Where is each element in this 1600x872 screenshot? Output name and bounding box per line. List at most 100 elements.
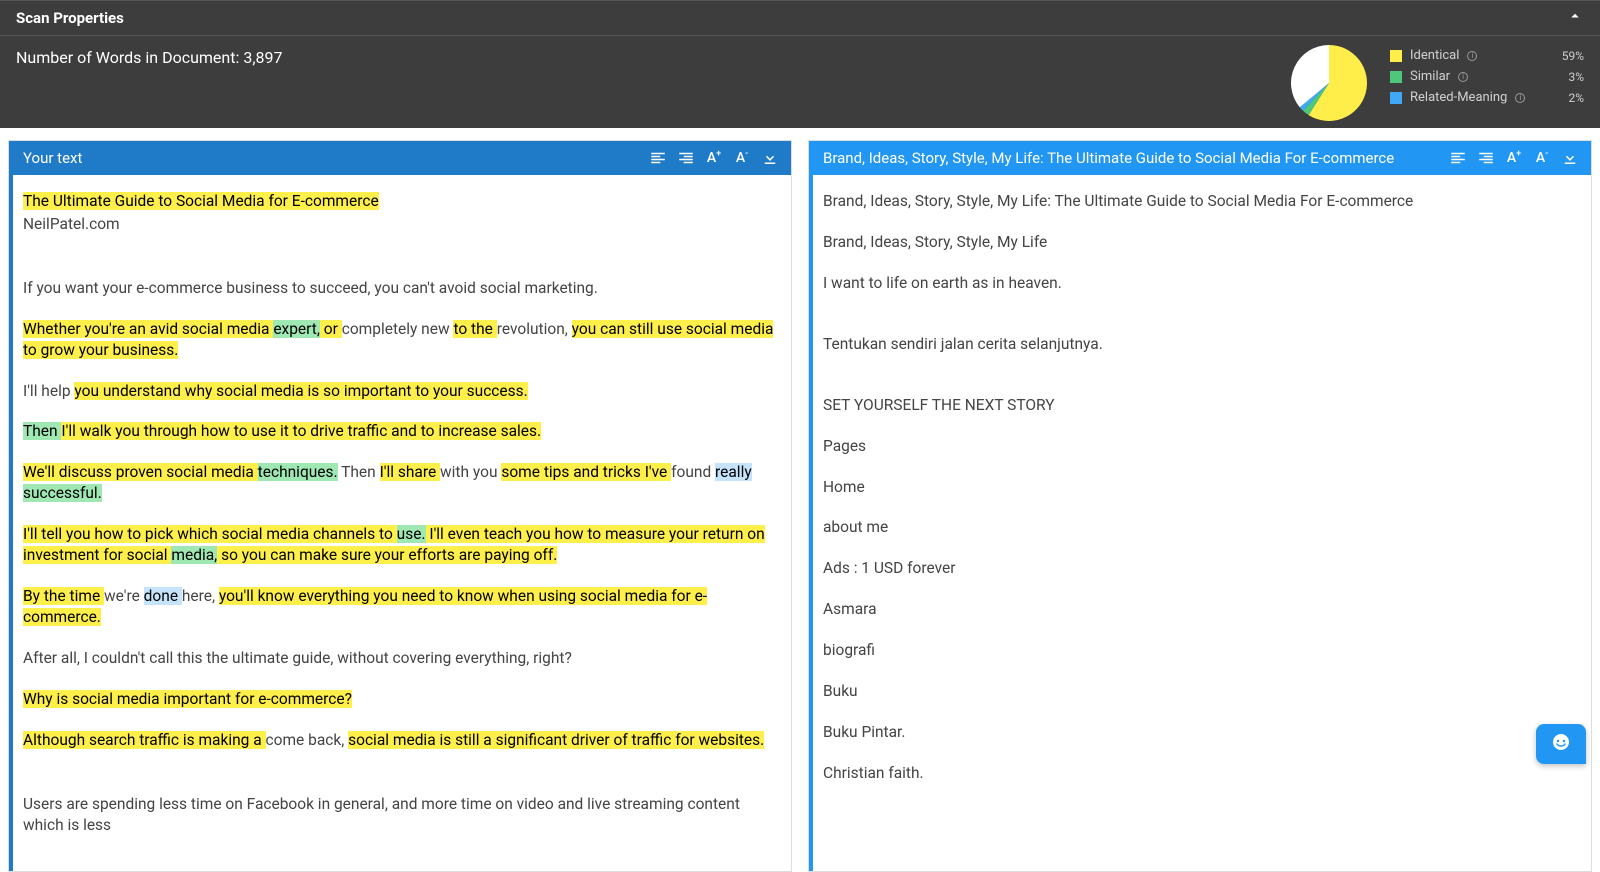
hl-related: really xyxy=(715,463,752,481)
hl-similar: Then xyxy=(23,422,61,440)
legend-pct: 3% xyxy=(1568,70,1584,84)
legend-identical: Identical i 59% xyxy=(1390,48,1584,63)
para: I'll help you understand why social medi… xyxy=(23,381,777,402)
word-count-label: Number of Words in Document: xyxy=(16,48,239,67)
chat-button[interactable] xyxy=(1536,724,1586,764)
text: revolution, xyxy=(497,320,572,338)
font-decrease-button[interactable]: A- xyxy=(731,147,753,169)
text: I'll help xyxy=(23,382,74,400)
source-line: Buku xyxy=(823,681,1577,702)
text: found xyxy=(671,463,715,481)
source-line: Ads : 1 USD forever xyxy=(823,558,1577,579)
text: completely new xyxy=(342,320,454,338)
hl-related: done xyxy=(144,587,182,605)
hl-identical: Whether you're an avid social media xyxy=(23,320,273,338)
align-right-icon[interactable] xyxy=(675,147,697,169)
scan-properties-panel: Scan Properties Number of Words in Docum… xyxy=(0,0,1600,128)
font-increase-button[interactable]: A+ xyxy=(703,147,725,169)
panel-header: Brand, Ideas, Story, Style, My Life: The… xyxy=(809,141,1591,175)
font-increase-button[interactable]: A+ xyxy=(1503,147,1525,169)
hl-identical: I'll tell you how to pick which social m… xyxy=(23,525,397,543)
source-line: Christian faith. xyxy=(823,763,1577,784)
text: with you xyxy=(440,463,501,481)
compare-panels: Your text A+ A- The Ultimate Guide to So… xyxy=(0,128,1600,872)
hl-identical: I've xyxy=(645,463,671,481)
text: NeilPatel.com xyxy=(23,214,777,235)
word-count-value: 3,897 xyxy=(243,48,282,67)
legend: Identical i 59% Similar i 3% Related-Mea… xyxy=(1374,42,1584,124)
source-line: SET YOURSELF THE NEXT STORY xyxy=(823,395,1577,416)
para: Then I'll walk you through how to use it… xyxy=(23,421,777,442)
collapse-icon[interactable] xyxy=(1566,7,1584,29)
text: come back, xyxy=(266,731,349,749)
source-line: Home xyxy=(823,477,1577,498)
panel-toolbar: A+ A- xyxy=(1447,147,1581,169)
source-line: Tentukan sendiri jalan cerita selanjutny… xyxy=(823,334,1577,355)
hl-similar: techniques. xyxy=(258,463,338,481)
para: Although search traffic is making a come… xyxy=(23,730,777,751)
info-icon[interactable]: i xyxy=(1467,51,1477,61)
download-icon[interactable] xyxy=(759,147,781,169)
swatch-icon xyxy=(1390,50,1402,62)
hl-identical: social media is still a significant driv… xyxy=(348,731,764,749)
text: If you want your e-commerce business to … xyxy=(23,278,777,299)
swatch-icon xyxy=(1390,71,1402,83)
hl-identical: Although search traffic is making a xyxy=(23,731,266,749)
your-text-panel: Your text A+ A- The Ultimate Guide to So… xyxy=(8,140,792,872)
hl-identical: We'll discuss proven social media xyxy=(23,463,258,481)
hl-identical: you understand why social media is so im… xyxy=(74,382,527,400)
swatch-icon xyxy=(1390,92,1402,104)
hl-identical: By the time xyxy=(23,587,104,605)
source-line: I want to life on earth as in heaven. xyxy=(823,273,1577,294)
scan-properties-title: Scan Properties xyxy=(16,9,124,27)
legend-pct: 59% xyxy=(1562,49,1584,63)
match-pie-chart xyxy=(1284,42,1374,124)
legend-similar: Similar i 3% xyxy=(1390,69,1584,84)
hl-similar: successful. xyxy=(23,484,102,502)
text: After all, I couldn't call this the ulti… xyxy=(23,648,777,669)
word-count: Number of Words in Document: 3,897 xyxy=(16,42,1284,124)
legend-label: Identical xyxy=(1410,48,1459,63)
para: Whether you're an avid social media expe… xyxy=(23,319,777,361)
hl-similar: expert, xyxy=(273,320,320,338)
legend-label: Related-Meaning xyxy=(1410,90,1507,105)
scan-properties-body: Number of Words in Document: 3,897 Ident… xyxy=(0,36,1600,128)
source-line: Brand, Ideas, Story, Style, My Life: The… xyxy=(823,191,1577,212)
text: Then xyxy=(338,463,380,481)
align-left-icon[interactable] xyxy=(647,147,669,169)
panel-toolbar: A+ A- xyxy=(647,147,781,169)
source-line: Asmara xyxy=(823,599,1577,620)
source-line: Pages xyxy=(823,436,1577,457)
info-icon[interactable]: i xyxy=(1515,93,1525,103)
panel-body: Brand, Ideas, Story, Style, My Life: The… xyxy=(809,175,1591,820)
hl-similar: media, xyxy=(171,546,217,564)
legend-related: Related-Meaning i 2% xyxy=(1390,90,1584,105)
source-line: biografi xyxy=(823,640,1577,661)
para: I'll tell you how to pick which social m… xyxy=(23,524,777,566)
panel-title: Your text xyxy=(23,149,647,167)
align-left-icon[interactable] xyxy=(1447,147,1469,169)
text: Users are spending less time on Facebook… xyxy=(23,794,777,836)
align-right-icon[interactable] xyxy=(1475,147,1497,169)
legend-pct: 2% xyxy=(1568,91,1584,105)
hl-similar: use. xyxy=(397,525,426,543)
legend-label: Similar xyxy=(1410,69,1450,84)
hl-identical: I'll walk you through how to use it to d… xyxy=(61,422,541,440)
font-decrease-button[interactable]: A- xyxy=(1531,147,1553,169)
text: here, xyxy=(182,587,219,605)
panel-body: The Ultimate Guide to Social Media for E… xyxy=(9,175,791,871)
hl-identical: to the xyxy=(453,320,496,338)
para: By the time we're done here, you'll know… xyxy=(23,586,777,628)
hl-identical: or xyxy=(320,320,342,338)
text: we're xyxy=(104,587,144,605)
panel-title: Brand, Ideas, Story, Style, My Life: The… xyxy=(823,149,1447,167)
source-line: Brand, Ideas, Story, Style, My Life xyxy=(823,232,1577,253)
source-panel: Brand, Ideas, Story, Style, My Life: The… xyxy=(808,140,1592,872)
scan-properties-title-row: Scan Properties xyxy=(0,1,1600,36)
para: We'll discuss proven social media techni… xyxy=(23,462,777,504)
download-icon[interactable] xyxy=(1559,147,1581,169)
hl-identical: so you can make sure your efforts are pa… xyxy=(217,546,557,564)
hl-identical: Why is social media important for e-comm… xyxy=(23,690,352,708)
info-icon[interactable]: i xyxy=(1458,72,1468,82)
source-line: about me xyxy=(823,517,1577,538)
